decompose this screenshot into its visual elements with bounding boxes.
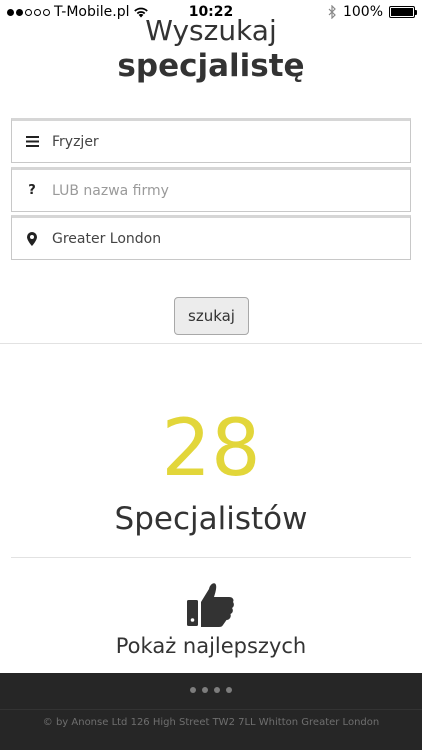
footer-menu-dots-icon[interactable]	[0, 687, 422, 693]
search-button[interactable]: szukaj	[174, 297, 249, 335]
show-best-link[interactable]: Pokaż najlepszych	[0, 634, 422, 658]
section-divider	[11, 557, 411, 558]
specialist-count: 28	[161, 404, 261, 494]
bluetooth-icon	[328, 5, 336, 19]
status-left: T-Mobile.pl	[7, 4, 149, 20]
company-name-input[interactable]: ? LUB nazwa firmy	[11, 167, 411, 212]
footer-divider	[0, 709, 422, 710]
status-bar: T-Mobile.pl 10:22 100%	[0, 0, 422, 24]
footer: © by Anonse Ltd 126 High Street TW2 7LL …	[0, 673, 422, 750]
wifi-icon	[134, 7, 149, 18]
company-name-placeholder: LUB nazwa firmy	[52, 182, 169, 199]
carrier-name: T-Mobile.pl	[54, 4, 130, 20]
list-icon	[24, 136, 40, 147]
battery-icon	[389, 6, 417, 18]
signal-dot	[7, 8, 14, 16]
menu-dot	[190, 687, 196, 693]
page-title-line2: specjalistę	[117, 48, 305, 84]
battery-percent: 100%	[342, 4, 383, 20]
thumbs-up-icon[interactable]	[187, 581, 235, 627]
signal-dot	[16, 8, 23, 16]
menu-dot	[202, 687, 208, 693]
signal-dot	[43, 8, 50, 16]
footer-copyright: © by Anonse Ltd 126 High Street TW2 7LL …	[42, 717, 380, 728]
menu-dot	[214, 687, 220, 693]
category-value: Fryzjer	[52, 133, 99, 150]
question-icon: ?	[28, 183, 36, 198]
signal-strength-icon	[7, 8, 50, 16]
map-pin-icon	[24, 231, 40, 246]
signal-dot	[25, 8, 32, 16]
menu-dot	[226, 687, 232, 693]
status-right: 100%	[328, 4, 417, 20]
specialist-count-label[interactable]: Specjalistów	[0, 501, 422, 537]
signal-dot	[34, 8, 41, 16]
location-field[interactable]: Greater London	[11, 215, 411, 260]
section-divider	[0, 343, 422, 344]
battery-fill	[391, 8, 413, 16]
location-value: Greater London	[52, 230, 162, 247]
category-field[interactable]: Fryzjer	[11, 118, 411, 163]
